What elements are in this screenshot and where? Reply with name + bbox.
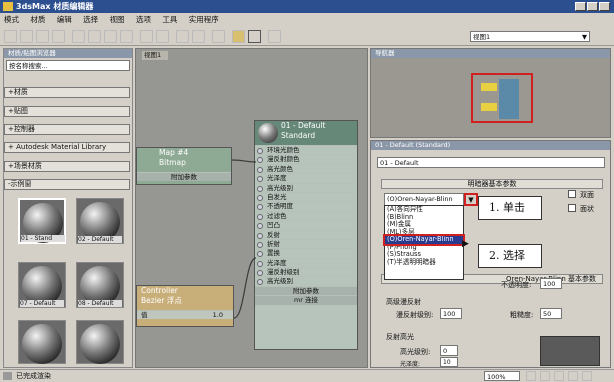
diffuse-level-label: 漫反射级别:	[396, 311, 434, 319]
faceted-checkbox[interactable]	[568, 204, 576, 212]
opacity-input[interactable]: 100	[540, 278, 562, 289]
zoom-dropdown[interactable]: 100%	[484, 371, 520, 381]
faceted-label: 面状	[580, 205, 594, 213]
navigator-panel: 导航器	[370, 48, 611, 138]
material-name-value: 01 - Default	[380, 159, 419, 167]
shader-rollout-header[interactable]: 明暗器基本参数	[381, 179, 603, 189]
gloss-input[interactable]: 10	[440, 357, 458, 367]
spec-level-label: 高光级别:	[400, 348, 431, 356]
spec-level-input[interactable]: 0	[440, 345, 458, 356]
two-sided-label: 双面	[580, 191, 594, 199]
params-header: 01 - Default (Standard)	[371, 141, 610, 150]
shader-dropdown-value: (O)Oren-Nayar-Blinn	[387, 195, 453, 203]
gloss-label: 光泽度:	[400, 361, 421, 368]
gloss-value: 10	[443, 359, 451, 366]
zoom-selected-icon[interactable]	[582, 371, 592, 381]
wire-controller-slot	[233, 257, 257, 319]
callout-step1: 1. 单击	[478, 196, 542, 220]
pan-tool-icon[interactable]	[540, 371, 550, 381]
roughness-input[interactable]: 50	[540, 308, 562, 319]
diffuse-level-value: 100	[443, 310, 456, 318]
spec-level-value: 0	[443, 347, 448, 355]
navigator-header: 导航器	[371, 49, 610, 58]
zoom-tool-icon[interactable]	[526, 371, 536, 381]
wire-map-diffuse	[231, 159, 257, 163]
navigator-node-2	[499, 79, 519, 119]
roughness-value: 50	[543, 310, 552, 318]
navigator-node-1	[481, 83, 497, 91]
status-bar: 已完成渲染 100%	[0, 369, 614, 382]
shader-dropdown-arrow-icon[interactable]: ▼	[464, 193, 478, 206]
opacity-value: 100	[543, 280, 556, 288]
zoom-value: 100%	[487, 373, 506, 381]
two-sided-checkbox[interactable]	[568, 190, 576, 198]
navigator-node-3	[481, 103, 497, 111]
shader-dropdown-list[interactable]: (A)各向异性 (B)Blinn (M)金属 (ML)多层 (O)Oren-Na…	[383, 205, 465, 280]
zoom-region-icon[interactable]	[554, 371, 564, 381]
status-text: 已完成渲染	[16, 372, 51, 380]
highlight-curve-graph	[540, 336, 600, 366]
zoom-extents-icon[interactable]	[568, 371, 578, 381]
roughness-label: 粗糙度:	[510, 311, 534, 319]
callout-step2: 2. 选择	[478, 244, 542, 268]
opacity-label: 不透明度:	[501, 281, 532, 289]
shader-option[interactable]: (T)半透明明暗器	[385, 258, 463, 267]
diffuse-level-input[interactable]: 100	[440, 308, 462, 319]
material-name-input[interactable]: 01 - Default	[377, 157, 605, 168]
specular-highlights-header: 反射高光	[386, 333, 414, 341]
status-icon	[3, 372, 12, 380]
advanced-diffuse-header: 高级漫反射	[386, 298, 421, 306]
mouse-cursor-icon: ▶	[462, 239, 469, 249]
